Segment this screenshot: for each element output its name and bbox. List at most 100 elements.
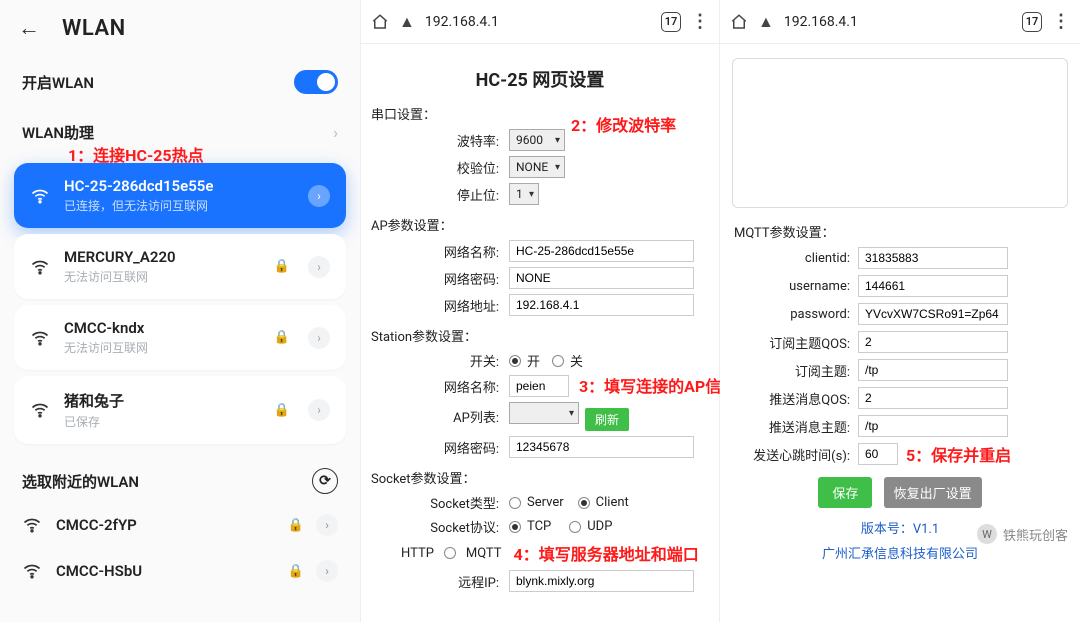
chevron-right-icon[interactable]: › <box>308 399 330 421</box>
baud-label: 波特率: <box>369 131 509 150</box>
mqtt-section: MQTT参数设置： <box>734 222 1072 241</box>
ssid: 猪和兔子 <box>64 390 260 411</box>
wifi-card[interactable]: CMCC-kndx 无法访问互联网 🔒 › <box>14 305 346 370</box>
socket-section: Socket参数设置： <box>371 468 711 487</box>
wlan-toggle-label: 开启WLAN <box>22 72 94 93</box>
annotation-5: 5：保存并重启 <box>906 442 1011 466</box>
home-icon[interactable] <box>730 13 748 31</box>
connected-sub: 已连接，但无法访问互联网 <box>64 197 294 214</box>
tcp-radio[interactable] <box>509 521 521 533</box>
pubtopic-input[interactable] <box>858 415 1008 437</box>
chevron-right-icon: › <box>316 560 338 582</box>
wifi-icon <box>22 515 42 535</box>
switch-off-radio[interactable] <box>552 355 564 367</box>
password-input[interactable] <box>858 303 1008 325</box>
annotation-3: 3：填写连接的AP信息 <box>579 373 737 397</box>
lock-icon: 🔒 <box>288 564 304 579</box>
detail-arrow-icon[interactable]: › <box>308 185 330 207</box>
parity-select[interactable]: NONE <box>509 156 565 178</box>
remote-ip-label: 远程IP: <box>369 572 509 591</box>
subqos-input[interactable] <box>858 331 1008 353</box>
wifi-icon <box>30 257 50 277</box>
baud-select[interactable]: 9600 <box>509 129 565 151</box>
ap-section: AP参数设置： <box>371 215 711 234</box>
wifi-icon <box>30 400 50 420</box>
nearby-section-label: 选取附近的WLAN <box>22 471 139 492</box>
ssid: MERCURY_A220 <box>64 248 260 266</box>
pubqos-input[interactable] <box>858 387 1008 409</box>
station-section: Station参数设置： <box>371 326 711 345</box>
remote-ip-input[interactable] <box>509 570 694 592</box>
refresh-icon[interactable]: ⟳ <box>312 468 338 494</box>
watermark: W 铁熊玩创客 <box>977 524 1068 544</box>
wifi-card[interactable]: MERCURY_A220 无法访问互联网 🔒 › <box>14 234 346 299</box>
wlan-assistant-row[interactable]: WLAN助理 › <box>0 108 360 157</box>
wlan-toggle[interactable] <box>294 70 338 94</box>
lock-icon: 🔒 <box>274 259 290 274</box>
ap-pw-input[interactable] <box>509 267 694 289</box>
watermark-text: 铁熊玩创客 <box>1003 525 1068 544</box>
ap-addr-input[interactable] <box>509 294 694 316</box>
stop-select[interactable]: 1 <box>509 183 539 205</box>
nearby-wifi-row[interactable]: CMCC-HSbU 🔒› <box>0 548 360 594</box>
tab-count[interactable]: 17 <box>1022 12 1042 32</box>
config-page-title: HC-25 网页设置 <box>369 66 711 92</box>
chevron-right-icon: › <box>316 514 338 536</box>
lock-icon: 🔒 <box>274 403 290 418</box>
wifi-connected-card[interactable]: HC-25-286dcd15e55e 已连接，但无法访问互联网 › <box>14 163 346 228</box>
menu-icon[interactable]: ⋮ <box>1052 11 1070 32</box>
ap-name-input[interactable] <box>509 240 694 262</box>
scroll-placeholder <box>732 58 1068 208</box>
sta-pw-input[interactable] <box>509 436 694 458</box>
stop-label: 停止位: <box>369 185 509 204</box>
wifi-card[interactable]: 猪和兔子 已保存 🔒 › <box>14 376 346 444</box>
udp-radio[interactable] <box>569 521 581 533</box>
sock-server-radio[interactable] <box>509 497 521 509</box>
url-bar[interactable]: 192.168.4.1 <box>425 14 651 30</box>
refresh-button[interactable]: 刷新 <box>585 408 629 431</box>
factory-reset-button[interactable]: 恢复出厂设置 <box>884 477 982 508</box>
url-bar[interactable]: 192.168.4.1 <box>784 14 1012 30</box>
menu-icon[interactable]: ⋮ <box>691 11 709 32</box>
back-icon[interactable]: ← <box>18 15 40 41</box>
username-label: username: <box>728 279 858 294</box>
sock-client-radio[interactable] <box>578 497 590 509</box>
subqos-label: 订阅主题QOS: <box>728 333 858 352</box>
save-button[interactable]: 保存 <box>818 477 872 508</box>
ssid: CMCC-kndx <box>64 319 260 337</box>
wifi-icon <box>22 561 42 581</box>
chevron-right-icon: › <box>333 123 338 142</box>
switch-label: 开关: <box>369 351 509 370</box>
tab-count[interactable]: 17 <box>661 12 681 32</box>
heartbeat-input[interactable] <box>858 443 898 465</box>
company-link[interactable]: 广州汇承信息科技有限公司 <box>728 543 1072 562</box>
connected-ssid: HC-25-286dcd15e55e <box>64 177 294 195</box>
ap-list-select[interactable] <box>509 402 579 424</box>
ap-addr-label: 网络地址: <box>369 296 509 315</box>
sta-pw-label: 网络密码: <box>369 438 509 457</box>
chevron-right-icon[interactable]: › <box>308 256 330 278</box>
heartbeat-label: 发送心跳时间(s): <box>728 445 858 464</box>
not-secure-icon: ▲ <box>399 12 415 32</box>
http-radio[interactable] <box>444 547 456 559</box>
sock-type-label: Socket类型: <box>369 493 509 512</box>
username-input[interactable] <box>858 275 1008 297</box>
sta-name-input[interactable] <box>509 375 569 397</box>
wechat-icon: W <box>977 524 997 544</box>
page-title: WLAN <box>62 16 126 41</box>
clientid-input[interactable] <box>858 247 1008 269</box>
subtopic-input[interactable] <box>858 359 1008 381</box>
lock-icon: 🔒 <box>288 518 304 533</box>
pubqos-label: 推送消息QOS: <box>728 389 858 408</box>
ssid-sub: 已保存 <box>64 413 260 430</box>
clientid-label: clientid: <box>728 251 858 266</box>
subtopic-label: 订阅主题: <box>728 361 858 380</box>
not-secure-icon: ▲ <box>758 12 774 32</box>
ssid-sub: 无法访问互联网 <box>64 339 260 356</box>
home-icon[interactable] <box>371 13 389 31</box>
serial-section: 串口设置： <box>371 104 711 123</box>
nearby-wifi-row[interactable]: CMCC-2fYP 🔒› <box>0 502 360 548</box>
parity-label: 校验位: <box>369 158 509 177</box>
switch-on-radio[interactable] <box>509 355 521 367</box>
chevron-right-icon[interactable]: › <box>308 327 330 349</box>
